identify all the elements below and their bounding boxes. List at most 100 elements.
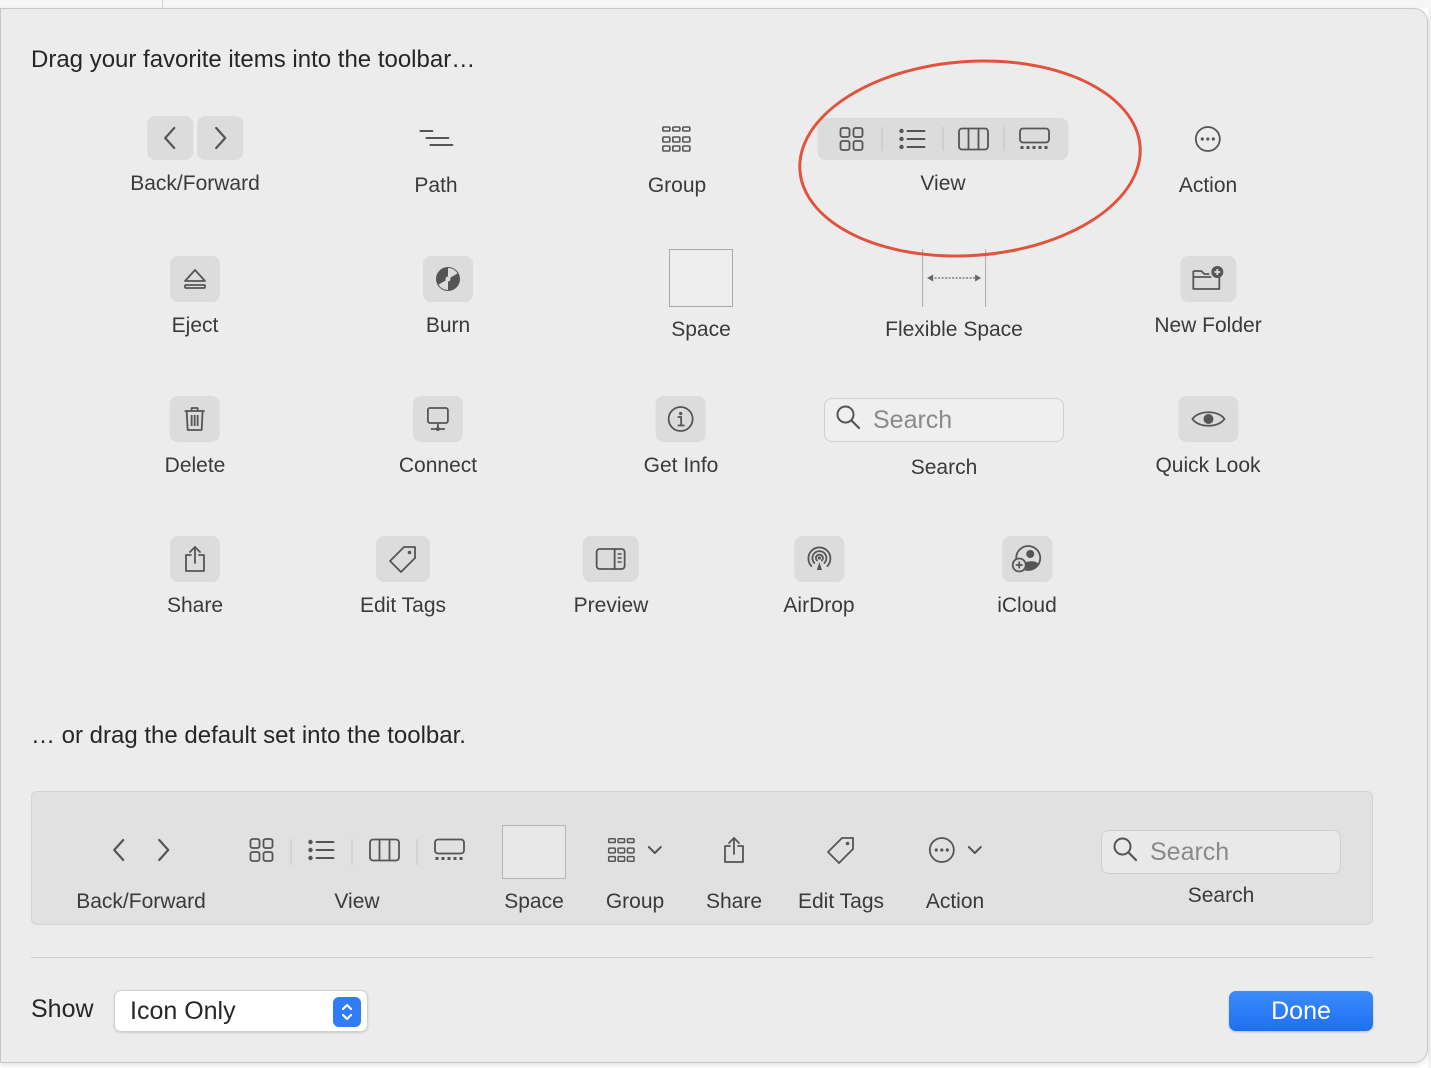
search-icon [835, 404, 861, 437]
toolbar-item-quick-look[interactable]: Quick Look [1155, 396, 1261, 478]
show-selected-value: Icon Only [130, 996, 236, 1025]
toolbar-item-space[interactable]: Space [669, 249, 733, 342]
column-view-icon [369, 838, 401, 867]
item-label: New Folder [1154, 314, 1262, 337]
ellipsis-circle-icon [1193, 116, 1223, 162]
item-label: Edit Tags [360, 594, 446, 617]
item-label: Share [166, 594, 224, 617]
default-set-heading: … or drag the default set into the toolb… [31, 722, 466, 749]
default-item-space: Space [502, 825, 566, 914]
up-down-chevron-icon [333, 997, 361, 1027]
toolbar-item-back-forward[interactable]: Back/Forward [130, 116, 260, 196]
trash-icon [169, 396, 220, 442]
toolbar-item-preview[interactable]: Preview [573, 536, 649, 618]
icloud-sharing-icon [1001, 536, 1052, 582]
item-label: Share [705, 890, 763, 913]
toolbar-item-action[interactable]: Action [1179, 116, 1237, 198]
done-button[interactable]: Done [1229, 991, 1373, 1031]
item-label: Path [414, 174, 458, 197]
show-label: Show [31, 995, 94, 1023]
item-label: Action [1178, 174, 1238, 197]
group-icon [607, 836, 637, 869]
divider [416, 839, 418, 865]
default-item-view: View [249, 822, 466, 914]
toolbar-item-flexible-space[interactable]: Flexible Space [885, 249, 1023, 342]
airdrop-icon [794, 536, 844, 582]
search-placeholder: Search [1150, 837, 1230, 866]
preview-icon [582, 536, 639, 582]
ellipsis-circle-icon [927, 835, 957, 870]
chevron-left-icon [104, 835, 134, 870]
toolbar-item-share[interactable]: Share [167, 536, 223, 618]
item-label: View [334, 890, 380, 913]
item-label: Quick Look [1155, 454, 1261, 477]
default-item-action: Action [926, 822, 984, 914]
favorites-heading: Drag your favorite items into the toolba… [31, 46, 476, 73]
chevron-down-icon [647, 843, 663, 861]
divider [162, 0, 163, 8]
item-label: Search [1187, 884, 1255, 907]
connect-icon [413, 396, 463, 442]
space-placeholder [669, 249, 733, 307]
toolbar-item-edit-tags[interactable]: Edit Tags [360, 536, 446, 618]
chevron-right-icon [196, 116, 243, 160]
list-view-icon [308, 839, 336, 866]
window-top-edge [0, 0, 1431, 8]
eject-icon [170, 256, 220, 302]
toolbar-item-eject[interactable]: Eject [170, 256, 220, 338]
default-item-share: Share [706, 822, 762, 914]
flexible-space-icon [922, 249, 986, 307]
search-placeholder: Search [873, 405, 953, 434]
item-label: Back/Forward [76, 890, 206, 913]
tag-icon [826, 835, 856, 870]
item-label: Preview [573, 594, 649, 617]
toolbar-item-airdrop[interactable]: AirDrop [783, 536, 855, 618]
back-forward-buttons [146, 116, 243, 160]
chevron-left-icon [146, 116, 193, 160]
toolbar-item-delete[interactable]: Delete [164, 396, 226, 478]
icon-view-icon [249, 837, 275, 868]
info-icon [656, 396, 706, 442]
item-label: Search [910, 456, 978, 479]
default-item-search: Search Search [1101, 830, 1341, 908]
default-item-back-forward: Back/Forward [76, 822, 206, 914]
search-field: Search [824, 398, 1064, 442]
gallery-view-icon [434, 838, 466, 867]
toolbar-item-path[interactable]: Path [414, 116, 458, 198]
item-label: Group [605, 890, 665, 913]
share-icon [722, 835, 746, 870]
item-label: Flexible Space [885, 318, 1023, 341]
divider [290, 839, 292, 865]
default-item-group: Group [606, 822, 664, 914]
item-label: Space [504, 890, 564, 913]
default-toolbar-set[interactable]: Back/Forward View Space Group Share Edit… [31, 791, 1373, 925]
chevron-down-icon [967, 843, 983, 861]
item-label: Connect [398, 454, 478, 477]
show-popup-button[interactable]: Icon Only [114, 990, 368, 1032]
item-label: iCloud [997, 594, 1057, 617]
path-icon [418, 116, 454, 162]
toolbar-item-icloud[interactable]: iCloud [997, 536, 1057, 618]
toolbar-item-burn[interactable]: Burn [423, 256, 473, 338]
burn-icon [423, 256, 473, 302]
tag-icon [376, 536, 430, 582]
toolbar-item-new-folder[interactable]: New Folder [1154, 256, 1262, 338]
item-label: Delete [164, 454, 226, 477]
toolbar-item-get-info[interactable]: Get Info [643, 396, 719, 478]
new-folder-icon [1180, 256, 1236, 302]
item-label: Action [925, 890, 985, 913]
toolbar-item-group[interactable]: Group [648, 116, 706, 198]
item-label: Back/Forward [130, 172, 260, 195]
divider [351, 839, 353, 865]
item-label: AirDrop [783, 594, 855, 617]
chevron-right-icon [148, 835, 178, 870]
space-placeholder [502, 825, 566, 879]
item-label: Get Info [643, 454, 719, 477]
eye-icon [1178, 396, 1238, 442]
toolbar-item-connect[interactable]: Connect [399, 396, 477, 478]
group-icon [661, 116, 693, 162]
search-field: Search [1101, 830, 1341, 874]
highlight-circle [791, 48, 1149, 269]
search-icon [1112, 836, 1138, 869]
toolbar-item-search[interactable]: Search Search [824, 398, 1064, 480]
